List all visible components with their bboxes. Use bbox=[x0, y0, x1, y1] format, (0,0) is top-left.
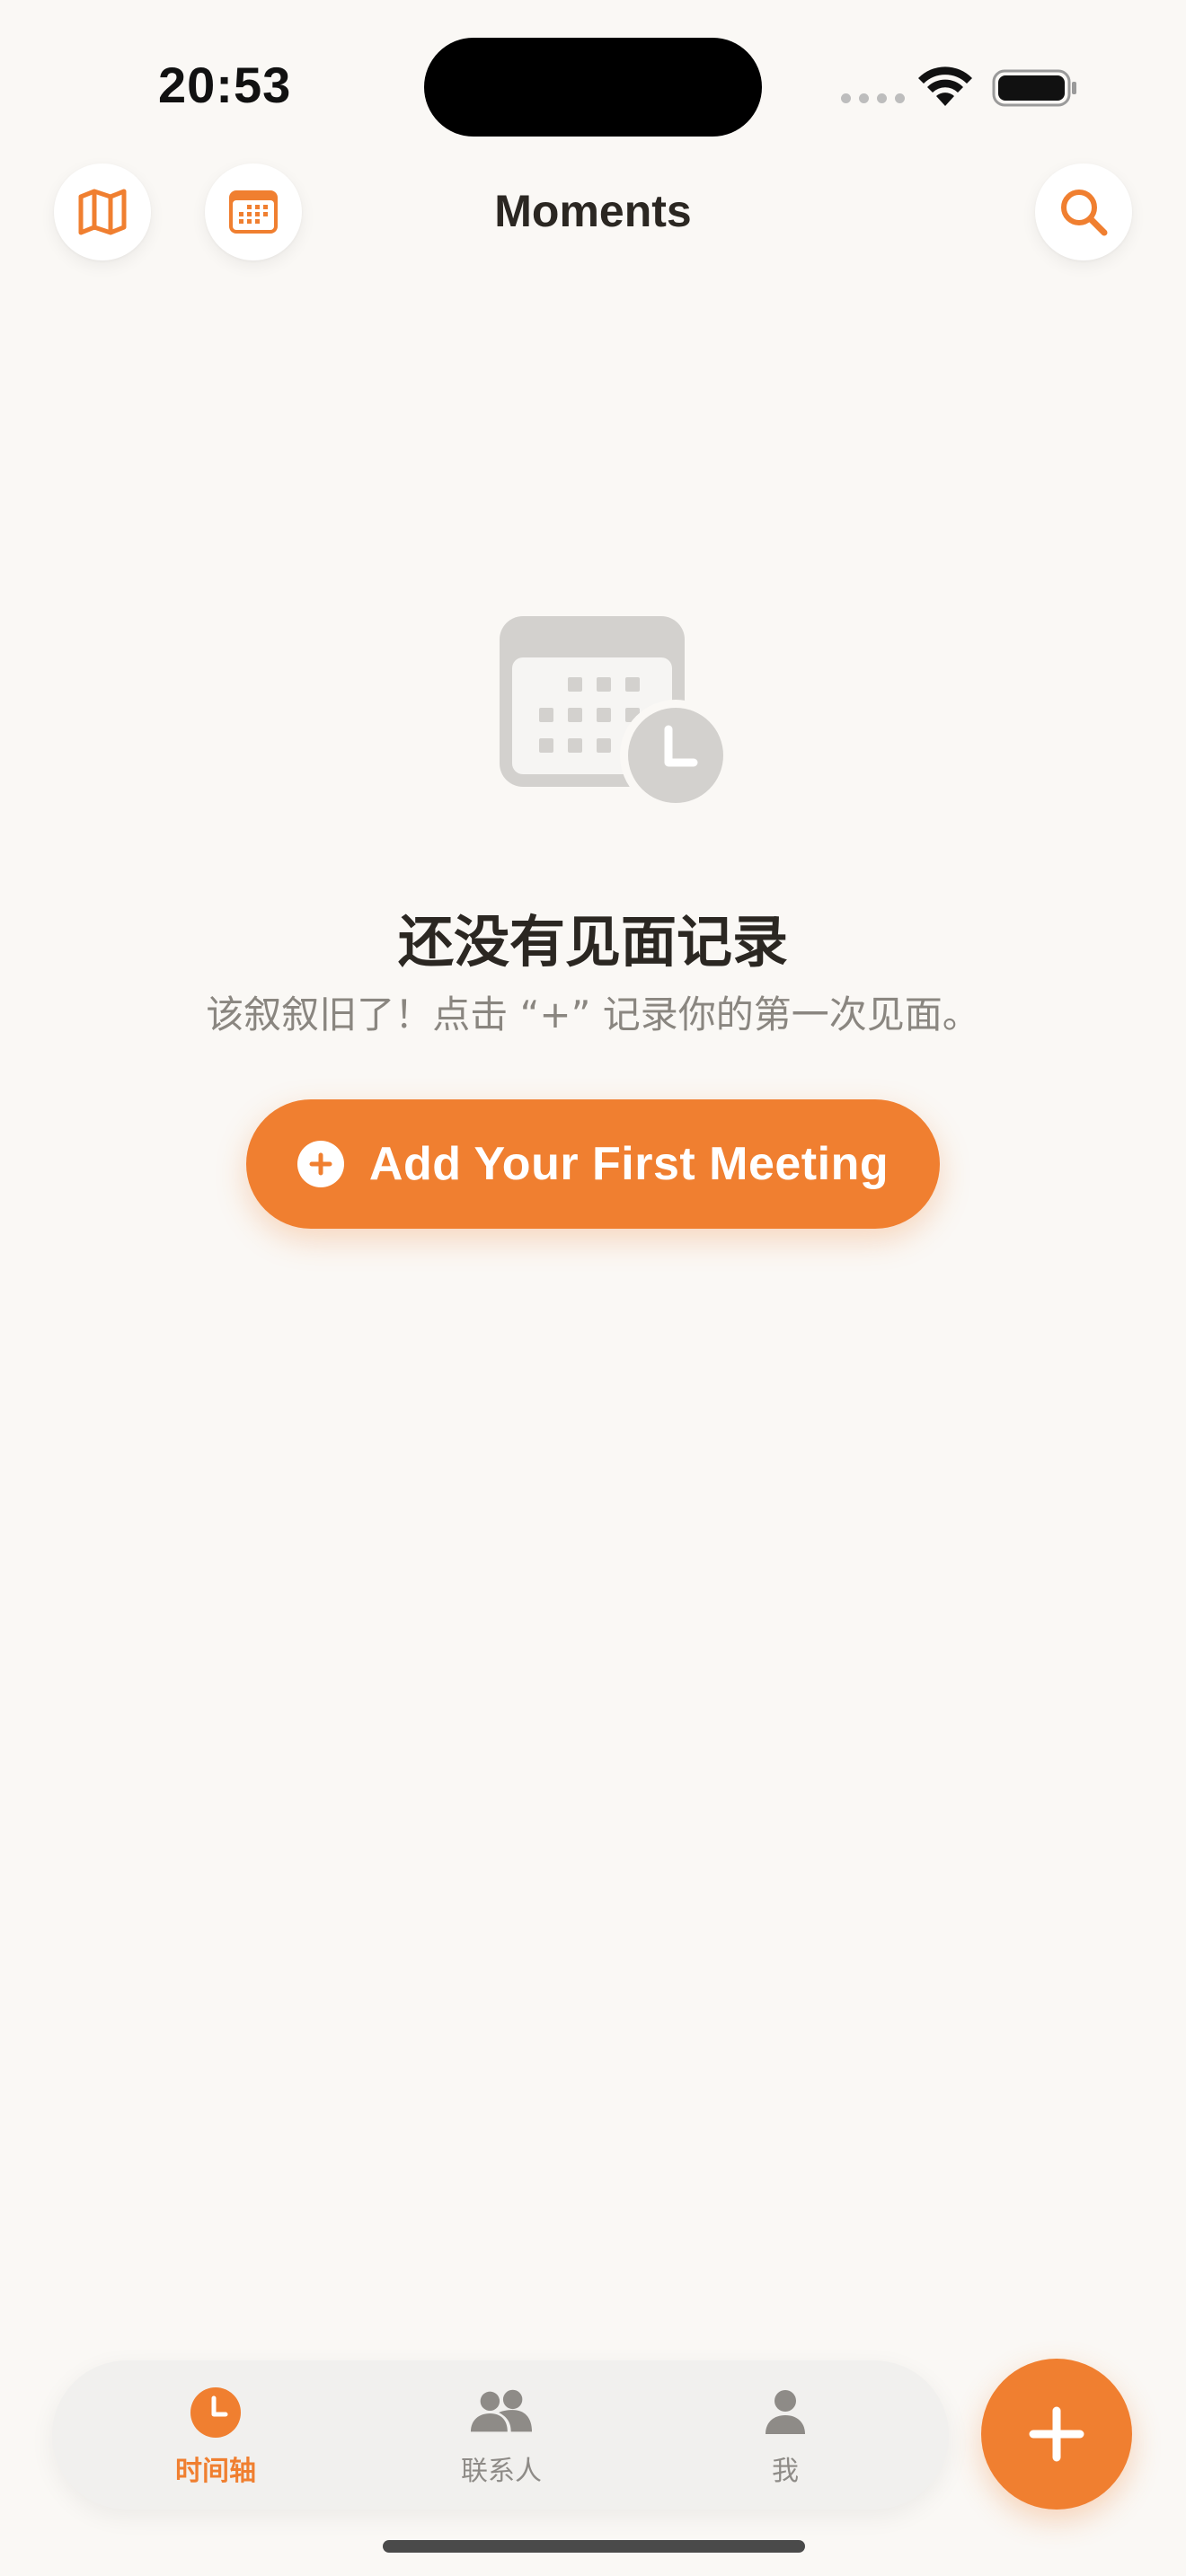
tab-contacts[interactable]: 联系人 bbox=[412, 2386, 591, 2493]
tab-timeline-label: 时间轴 bbox=[175, 2456, 256, 2487]
calendar-clock-icon bbox=[500, 616, 730, 807]
search-button[interactable] bbox=[1035, 163, 1132, 260]
empty-state-subtitle: 该叙叙旧了！点击 “+” 记录你的第一次见面。 bbox=[206, 992, 980, 1037]
people-icon bbox=[469, 2386, 534, 2439]
add-first-meeting-label: Add Your First Meeting bbox=[368, 1138, 890, 1190]
plus-icon bbox=[1029, 2406, 1084, 2462]
add-first-meeting-button[interactable]: Add Your First Meeting bbox=[246, 1099, 940, 1229]
empty-state-title: 还没有见面记录 bbox=[397, 909, 788, 975]
search-icon bbox=[1061, 190, 1108, 236]
tab-me-label: 我 bbox=[772, 2456, 799, 2487]
add-meeting-fab[interactable] bbox=[981, 2359, 1132, 2510]
battery-icon bbox=[992, 69, 1076, 107]
plus-circle-icon bbox=[296, 1141, 344, 1187]
home-indicator bbox=[383, 2540, 805, 2553]
wifi-icon bbox=[918, 66, 972, 106]
dynamic-island bbox=[424, 38, 762, 137]
page-title: Moments bbox=[494, 186, 692, 236]
clock-icon bbox=[183, 2386, 248, 2439]
tab-contacts-label: 联系人 bbox=[461, 2456, 542, 2487]
status-time: 20:53 bbox=[158, 57, 292, 113]
tab-me[interactable]: 我 bbox=[695, 2386, 875, 2493]
person-icon bbox=[753, 2386, 818, 2439]
tab-timeline[interactable]: 时间轴 bbox=[126, 2386, 305, 2493]
cellular-signal-icon bbox=[841, 93, 905, 103]
